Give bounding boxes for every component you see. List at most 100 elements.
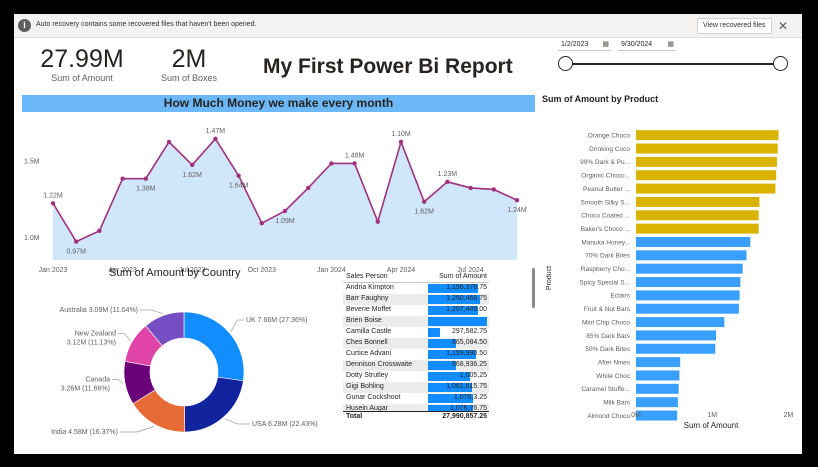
sales-person-cell: Dotty Strutley (346, 372, 389, 379)
category-label: 99% Dark & Pu... (580, 159, 630, 166)
data-point (352, 161, 357, 166)
category-label: White Choc (596, 373, 630, 380)
table-row[interactable]: Camilla Castle 297,582.75 (343, 327, 489, 338)
product-bar (636, 290, 740, 301)
recovery-message: Auto recovery contains some recovered fi… (36, 21, 257, 28)
data-label: 1.38M (136, 186, 156, 193)
slice-label-line: New Zealand (75, 331, 116, 338)
category-label: Almond Choco (587, 413, 630, 420)
country-donut-chart[interactable]: UK 7.66M (27.36%) USA 6.28M (22.43%) India… (14, 282, 343, 452)
category-label: Choco Coated ... (581, 213, 630, 220)
date-range-slider[interactable] (566, 63, 780, 65)
product-bar (636, 210, 759, 221)
category-label: Mint Chip Choco (582, 319, 630, 326)
table-row[interactable]: Barr Faughny 1,250,466.75 (343, 294, 489, 305)
table-row[interactable]: Andria Kimpton 1,196,376.75 (343, 283, 489, 294)
data-bar (428, 317, 487, 326)
close-icon[interactable]: ✕ (778, 18, 788, 34)
data-label: 1.10M (391, 131, 411, 138)
kpi-card-boxes[interactable]: 2M Sum of Boxes (152, 45, 226, 83)
product-bar (636, 330, 716, 341)
end-date-value: 9/30/2024 (621, 41, 653, 48)
data-label: 1.24M (507, 207, 527, 214)
data-point (190, 162, 195, 168)
kpi-value: 27.99M (40, 45, 124, 73)
data-point (259, 221, 264, 226)
calendar-icon[interactable]: ▦ (667, 38, 674, 51)
data-point (468, 185, 473, 191)
total-label: Total (346, 413, 363, 420)
table-row[interactable]: Dennison Crosswaite 668,936.25 (343, 360, 489, 371)
table-scrollbar[interactable] (532, 268, 535, 308)
data-label: 1.22M (43, 192, 63, 199)
product-bar (636, 370, 680, 381)
sales-person-table[interactable]: Sales Person Sum of Amount Andria Kimpto… (343, 270, 489, 423)
category-label: After Nines (598, 359, 631, 366)
leader-line (224, 418, 250, 425)
amount-cell: 1,196,376.75 (446, 284, 487, 291)
data-point (329, 161, 334, 166)
amount-cell: 665,084.50 (451, 339, 487, 346)
table-row[interactable]: Curtice Advani 1,159,990.50 (343, 349, 489, 360)
x-tick-label: 0M (631, 412, 641, 419)
slice-label-line: India 4.58M (16.37%) (51, 429, 118, 436)
x-tick-label: Oct 2023 (248, 267, 277, 274)
x-tick-label: 2M (784, 412, 794, 419)
start-date-input[interactable]: 1/2/2023 ▦ (558, 38, 611, 51)
slider-start-handle[interactable] (558, 56, 573, 71)
slice-label: Australia 3.09M (11.04%) (60, 307, 138, 314)
table-row[interactable]: Brien Boise (343, 316, 489, 327)
column-header-sales-person[interactable]: Sales Person (346, 273, 388, 280)
leader-line (118, 333, 131, 342)
product-bar (636, 277, 741, 288)
data-label: 1.64M (229, 183, 249, 190)
table-header: Sales Person Sum of Amount (343, 270, 489, 283)
table-row[interactable]: Beverie Moffet 1,207,449.00 (343, 305, 489, 316)
sales-person-cell: Camilla Castle (346, 328, 392, 335)
sales-person-cell: Curtice Advani (346, 350, 392, 357)
data-point (143, 176, 148, 181)
end-date-input[interactable]: 9/30/2024 ▦ (618, 38, 676, 51)
category-label: Orange Choco (588, 133, 631, 140)
amount-cell: 1,076,76.75 (450, 405, 487, 411)
kpi-label: Sum of Amount (51, 73, 113, 83)
leader-line (120, 426, 155, 433)
slice-label: USA 6.28M (22.43%) (252, 421, 318, 428)
x-tick-label: Jan 2023 (39, 267, 68, 274)
x-tick-label: Jan 2024 (317, 267, 346, 274)
sales-person-cell: Gigi Bohling (346, 383, 384, 390)
table-row[interactable]: Husein Augar 1,076,76.75 (343, 404, 489, 411)
slice-label-line: Australia 3.09M (11.04%) (60, 307, 138, 314)
start-date-value: 1/2/2023 (561, 41, 589, 48)
product-bar (636, 223, 759, 234)
kpi-card-amount[interactable]: 27.99M Sum of Amount (28, 45, 136, 83)
table-row[interactable]: Gigi Bohling 1,061,815.75 (343, 382, 489, 393)
table-row[interactable]: Gunar Cockshoot 1,075,3.25 (343, 393, 489, 404)
area-fill (53, 138, 517, 260)
product-bar (636, 196, 760, 207)
calendar-icon[interactable]: ▦ (602, 38, 609, 51)
sales-person-cell: Andria Kimpton (346, 284, 394, 291)
kpi-value: 2M (171, 45, 207, 73)
product-bar-chart[interactable]: Product Orange Choco Drinking Coco 99% Dark… (538, 110, 800, 436)
product-bar (636, 303, 739, 314)
slice-label-line: 3.12M (11.13%) (67, 340, 116, 347)
view-recovered-files-button[interactable]: View recovered files (697, 18, 772, 34)
category-label: Milk Bars (603, 400, 630, 407)
data-label: 1.48M (345, 152, 365, 159)
data-point (398, 139, 404, 145)
table-row[interactable]: Dotty Strutley 1,005,25 (343, 371, 489, 382)
monthly-amount-area-chart[interactable]: 1.0M 1.5M 1.22M 0.97M 1.38M 1.62M 1.47M 1.64M 1.… (22, 112, 535, 276)
slider-end-handle[interactable] (773, 56, 788, 71)
product-bar (636, 236, 751, 247)
category-label: Drinking Coco (589, 146, 630, 153)
sales-person-cell: Dennison Crosswaite (346, 361, 413, 368)
y-tick-label: 1.0M (24, 235, 40, 242)
data-label: 1.62M (182, 172, 202, 179)
category-label: Caramel Stuffe... (581, 386, 630, 393)
category-label: Baker's Choco ... (581, 226, 630, 233)
slice-label-line: Canada (85, 377, 110, 384)
table-row[interactable]: Ches Bonnell 665,084.50 (343, 338, 489, 349)
amount-cell: 1,207,449.00 (446, 306, 487, 313)
column-header-sum-of-amount[interactable]: Sum of Amount (439, 273, 487, 280)
